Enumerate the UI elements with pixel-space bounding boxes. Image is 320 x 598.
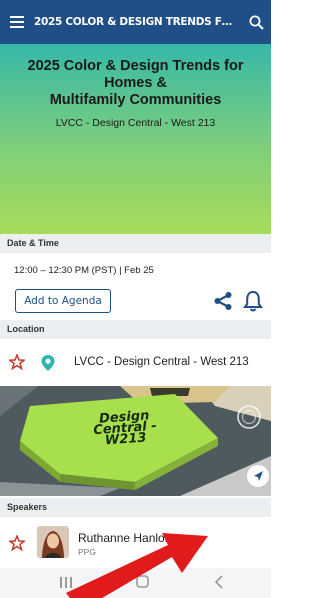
share-icon[interactable] (213, 291, 233, 311)
map-locate-button[interactable] (247, 465, 269, 487)
search-icon (249, 15, 264, 30)
menu-icon (10, 16, 24, 28)
session-title-line-2: Multifamily Communities (49, 92, 222, 108)
speaker-photo (37, 526, 69, 558)
location-pin-icon (41, 355, 55, 371)
session-banner: 2025 Color & Design Trends for Homes & M… (0, 44, 271, 234)
location-section-header: Location (0, 320, 271, 339)
session-date-time: 12:00 – 12:30 PM (PST) | Feb 25 (14, 265, 154, 276)
system-nav-buttons (60, 575, 223, 589)
location-name: LVCC - Design Central - West 213 (74, 356, 249, 368)
session-title: 2025 Color & Design Trends for Homes & M… (0, 58, 271, 109)
home-icon (136, 575, 149, 588)
navigation-arrow-icon (254, 471, 263, 481)
venue-map[interactable]: Design Central - W213 (0, 386, 271, 496)
speaker-avatar[interactable] (37, 526, 69, 558)
recent-apps-icon (60, 577, 72, 588)
date-time-section-header: Date & Time (0, 234, 271, 253)
map-booth-label: Design Central - W213 (87, 408, 163, 448)
search-button[interactable] (241, 0, 271, 44)
speaker-organization: PPG (78, 547, 96, 557)
system-nav-bar (0, 568, 271, 598)
speakers-section-header: Speakers (0, 498, 271, 517)
session-location-subtitle: LVCC - Design Central - West 213 (55, 117, 216, 129)
add-to-agenda-button[interactable]: Add to Agenda (15, 289, 111, 313)
back-icon (214, 575, 223, 589)
hamburger-menu-button[interactable] (0, 0, 34, 44)
map-orientation-icon[interactable] (236, 404, 262, 430)
session-title-line-1: 2025 Color & Design Trends for Homes & (27, 58, 244, 91)
favorite-star-icon[interactable] (9, 354, 25, 370)
speaker-name[interactable]: Ruthanne Hanlon (78, 531, 171, 545)
speaker-favorite-star-icon[interactable] (9, 535, 25, 551)
app-bar: 2025 COLOR & DESIGN TRENDS FOR HOME... (0, 0, 271, 44)
bell-icon[interactable] (242, 289, 264, 313)
app-bar-title: 2025 COLOR & DESIGN TRENDS FOR HOME... (34, 16, 241, 28)
